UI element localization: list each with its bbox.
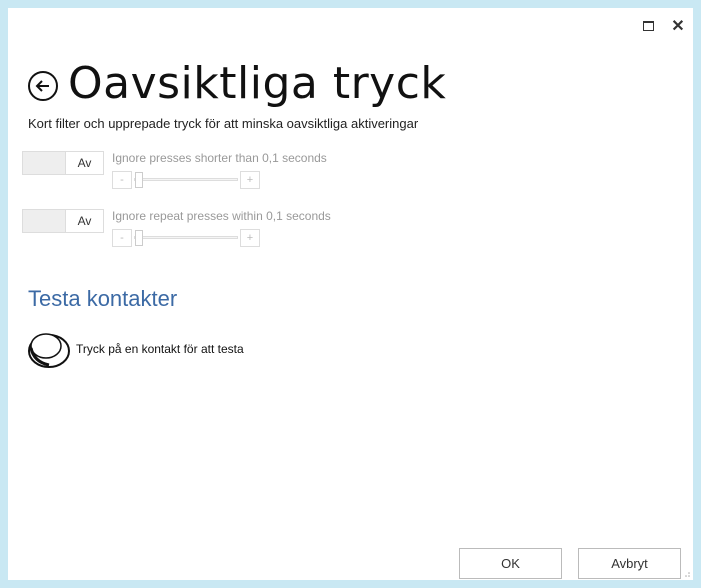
repeat-press-slider-thumb[interactable] bbox=[135, 230, 143, 246]
repeat-press-slider[interactable] bbox=[134, 236, 238, 239]
back-arrow-icon bbox=[35, 80, 49, 92]
short-press-decrease-button[interactable]: - bbox=[112, 171, 132, 189]
test-switch-label: Tryck på en kontakt för att testa bbox=[76, 342, 244, 356]
toggle-label: Av bbox=[65, 210, 103, 232]
short-press-increase-button[interactable]: + bbox=[240, 171, 260, 189]
short-press-label: Ignore presses shorter than 0,1 seconds bbox=[112, 151, 327, 165]
page-title: Oavsiktliga tryck bbox=[68, 57, 447, 109]
repeat-press-decrease-button[interactable]: - bbox=[112, 229, 132, 247]
close-button[interactable]: ✕ bbox=[668, 16, 688, 36]
header: Oavsiktliga tryck bbox=[28, 53, 446, 113]
short-press-toggle[interactable]: Av bbox=[22, 151, 104, 175]
repeat-press-toggle[interactable]: Av bbox=[22, 209, 104, 233]
toggle-label: Av bbox=[65, 152, 103, 174]
test-switch-area[interactable]: Tryck på en kontakt för att testa bbox=[26, 328, 244, 370]
back-button[interactable] bbox=[28, 71, 58, 101]
cancel-button[interactable]: Avbryt bbox=[578, 548, 681, 579]
maximize-icon bbox=[642, 21, 654, 31]
resize-grip-icon[interactable] bbox=[683, 570, 691, 578]
dialog-window: ✕ Oavsiktliga tryck Kort filter och uppr… bbox=[8, 8, 693, 580]
short-press-slider-thumb[interactable] bbox=[135, 172, 143, 188]
short-press-slider[interactable] bbox=[134, 178, 238, 181]
close-icon: ✕ bbox=[671, 18, 685, 35]
section-title-test-switches: Testa kontakter bbox=[28, 286, 178, 311]
repeat-press-increase-button[interactable]: + bbox=[240, 229, 260, 247]
page-subtitle: Kort filter och upprepade tryck för att … bbox=[28, 116, 419, 131]
toggle-track bbox=[23, 152, 65, 174]
ok-button[interactable]: OK bbox=[459, 548, 562, 579]
repeat-press-label: Ignore repeat presses within 0,1 seconds bbox=[112, 209, 331, 223]
toggle-track bbox=[23, 210, 65, 232]
maximize-button[interactable] bbox=[638, 16, 658, 36]
switch-icon bbox=[28, 333, 70, 368]
